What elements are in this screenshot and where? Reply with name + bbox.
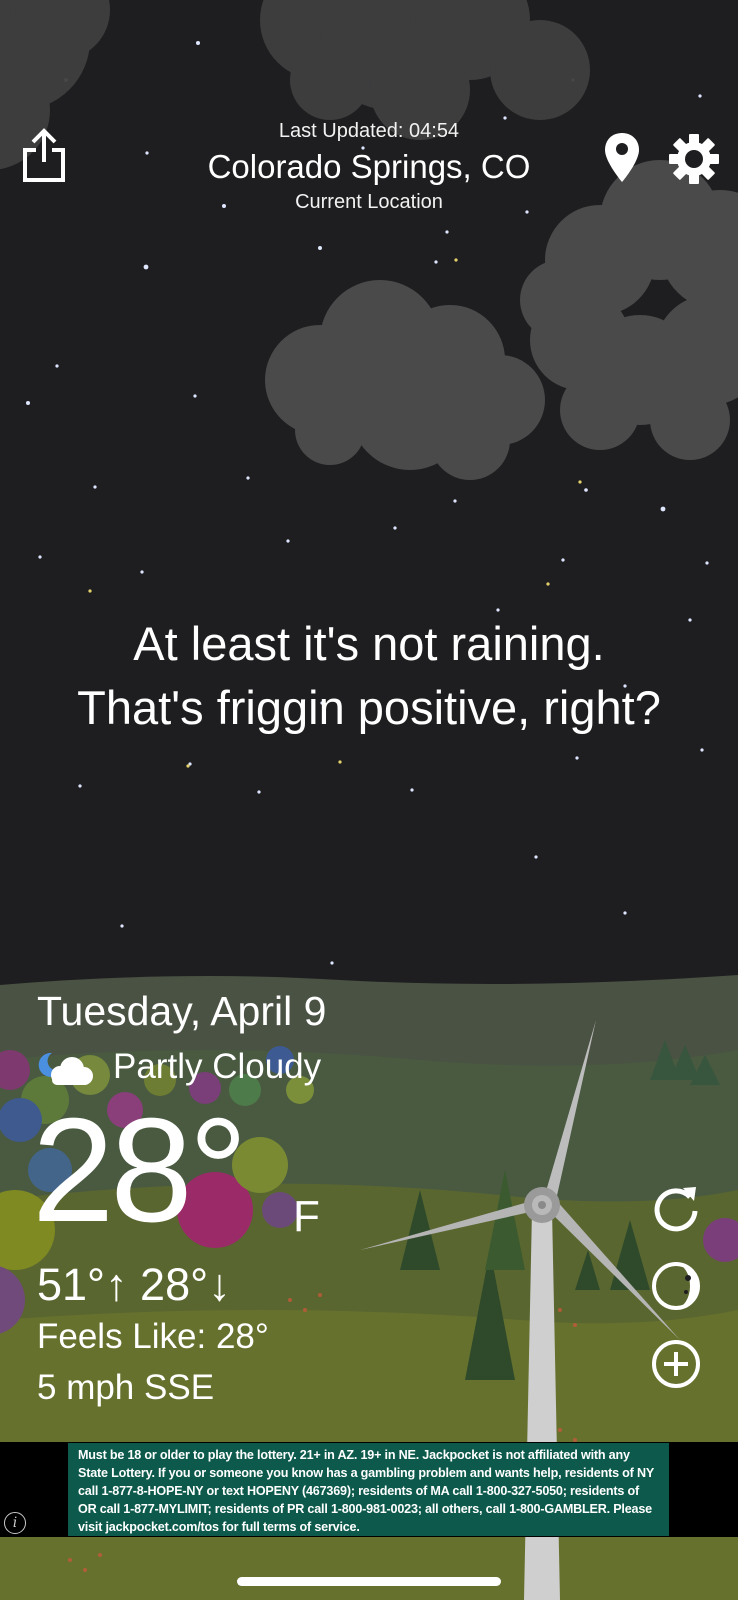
- current-temperature: 28°: [32, 1088, 248, 1253]
- refresh-icon: [654, 1187, 698, 1232]
- ad-disclaimer-text[interactable]: Must be 18 or older to play the lottery.…: [68, 1443, 669, 1536]
- weather-quote: At least it's not raining. That's friggi…: [20, 612, 718, 740]
- share-icon: [23, 128, 65, 182]
- add-location-button[interactable]: [650, 1338, 702, 1390]
- settings-button[interactable]: [668, 133, 720, 185]
- gear-icon: [669, 134, 719, 184]
- wind-speed: 5 mph SSE: [37, 1368, 215, 1407]
- quote-line-2: That's friggin positive, right?: [77, 681, 661, 734]
- quote-line-1: At least it's not raining.: [133, 617, 605, 670]
- high-low-temperature: 51°↑ 28°↓: [37, 1259, 231, 1310]
- last-updated-label: Last Updated: 04:54: [278, 120, 460, 142]
- partly-cloudy-night-icon: [38, 1051, 94, 1087]
- share-button[interactable]: [22, 128, 66, 182]
- ad-info-icon[interactable]: i: [4, 1512, 26, 1534]
- city-name[interactable]: Colorado Springs, CO: [160, 148, 578, 186]
- moon-phase-icon: [652, 1262, 700, 1310]
- refresh-button[interactable]: [650, 1181, 702, 1233]
- temperature-unit[interactable]: F: [293, 1192, 320, 1242]
- location-button[interactable]: [604, 132, 640, 184]
- background-scene: [0, 0, 738, 1600]
- feels-like: Feels Like: 28°: [37, 1317, 269, 1356]
- condition-text: Partly Cloudy: [113, 1047, 322, 1086]
- location-pin-icon: [605, 133, 639, 182]
- moon-phase-button[interactable]: [650, 1260, 702, 1312]
- forecast-date: Tuesday, April 9: [37, 988, 327, 1034]
- current-location-label: Current Location: [295, 191, 443, 213]
- add-location-icon: [652, 1340, 700, 1388]
- home-indicator[interactable]: [237, 1577, 501, 1586]
